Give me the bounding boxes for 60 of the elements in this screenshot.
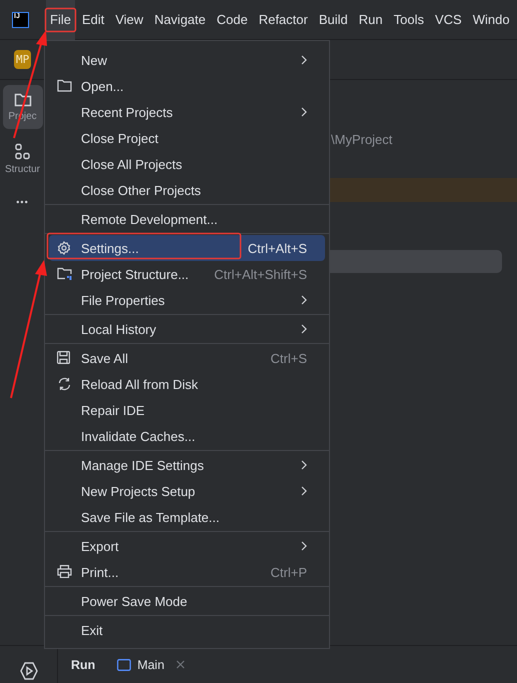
project-path: \MyProject	[331, 132, 392, 147]
chevron-right-icon	[301, 541, 307, 551]
run-tab[interactable]: Main	[117, 658, 186, 672]
chevron-right-icon	[301, 295, 307, 305]
menu-item[interactable]: Save All Ctrl+S	[49, 345, 325, 371]
menu-item[interactable]: Manage IDE Settings	[49, 452, 325, 478]
menu-bar-item[interactable]: Build	[314, 0, 352, 40]
menu-bar-item[interactable]: Windo	[468, 0, 514, 40]
menu-item[interactable]: Settings... Ctrl+Alt+S	[49, 235, 325, 261]
menu-item[interactable]: Close Project	[49, 125, 325, 151]
menu-item[interactable]: Power Save Mode	[49, 588, 325, 614]
menu-item[interactable]: New Projects Setup	[49, 478, 325, 504]
menu-bar-item[interactable]: View	[111, 0, 148, 40]
chevron-right-icon	[301, 55, 307, 65]
menu-item[interactable]: Reload All from Disk	[49, 371, 325, 397]
menu-item[interactable]: New	[49, 47, 325, 73]
menu-item[interactable]: Remote Development...	[49, 206, 325, 232]
shortcut-text: Ctrl+S	[270, 350, 307, 366]
close-icon[interactable]	[176, 660, 186, 669]
structure-icon	[14, 143, 32, 161]
chevron-right-icon	[301, 324, 307, 334]
menu-item[interactable]: Close All Projects	[49, 151, 325, 177]
menu-item[interactable]: Open...	[49, 73, 325, 99]
menu-item[interactable]: Recent Projects	[49, 99, 325, 125]
menu-item[interactable]: Project Structure... Ctrl+Alt+Shift+S	[49, 261, 325, 287]
menu-item[interactable]: File Properties	[49, 287, 325, 313]
sidebar-tool-button[interactable]: Structur	[2, 137, 42, 181]
menu-item[interactable]: Repair IDE	[49, 397, 325, 423]
folder-icon	[57, 267, 72, 280]
panel-title: Run	[71, 658, 96, 672]
chevron-right-icon	[301, 486, 307, 496]
folder-icon	[57, 79, 72, 92]
menu-bar-item[interactable]: Edit	[78, 0, 108, 40]
menu-bar-item[interactable]: Navigate	[150, 0, 210, 40]
menu-bar-item[interactable]: Tools	[390, 0, 428, 40]
menu-bar-item[interactable]: Refactor	[254, 0, 312, 40]
window-icon	[117, 658, 132, 670]
menu-item[interactable]: Save File as Template...	[49, 504, 325, 530]
printer-icon	[57, 565, 72, 578]
folder-icon	[14, 92, 32, 108]
reload-icon	[57, 377, 72, 391]
menu-bar-item[interactable]: Code	[212, 0, 252, 40]
menu-item[interactable]: Export	[49, 533, 325, 559]
gear-icon	[57, 241, 71, 255]
shortcut-text: Ctrl+Alt+S	[248, 240, 307, 256]
menu-bar-item[interactable]: VCS	[430, 0, 466, 40]
menu-bar-item[interactable]: Run	[354, 0, 387, 40]
menu-item[interactable]: Print... Ctrl+P	[49, 559, 325, 585]
chevron-right-icon	[301, 460, 307, 470]
shortcut-text: Ctrl+Alt+Shift+S	[214, 266, 307, 282]
shortcut-text: Ctrl+P	[270, 564, 307, 580]
menu-item[interactable]: Exit	[49, 617, 325, 643]
save-icon	[57, 351, 70, 364]
menu-item[interactable]: Close Other Projects	[49, 177, 325, 203]
menu-item[interactable]: Local History	[49, 316, 325, 342]
annotation-box	[44, 8, 76, 32]
more-button[interactable]: •••	[16, 197, 29, 207]
chevron-right-icon	[301, 107, 307, 117]
run-icon[interactable]	[18, 660, 38, 680]
menu-item[interactable]: Invalidate Caches...	[49, 423, 325, 449]
